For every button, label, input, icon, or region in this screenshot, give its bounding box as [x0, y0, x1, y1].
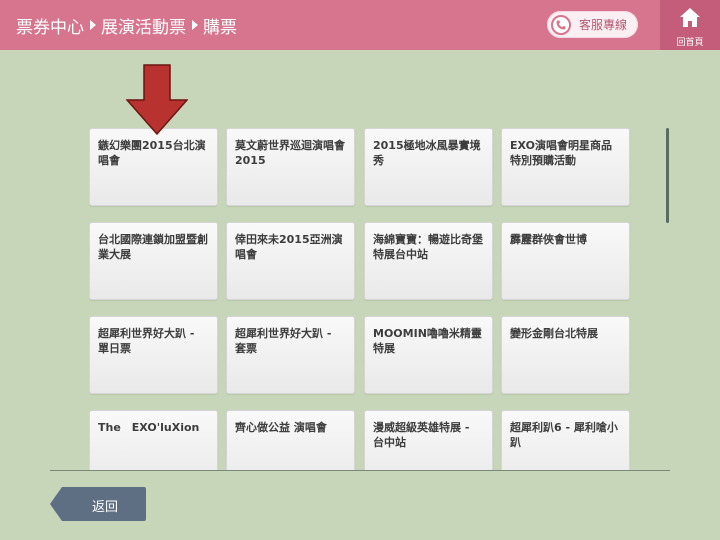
event-title: 超犀利世界好大趴 - 套票: [235, 327, 332, 355]
event-card[interactable]: 2015極地冰風暴實境秀: [364, 128, 493, 206]
event-card[interactable]: 超犀利趴6 - 犀利嗆小趴: [501, 410, 630, 471]
event-title: EXO演唱會明星商品特別預購活動: [510, 139, 612, 167]
event-title: 鏃幻樂團2015台北演唱會: [98, 139, 206, 167]
home-button[interactable]: 回首頁: [660, 0, 720, 50]
phone-icon: [551, 14, 571, 35]
event-title: 漫威超級英雄特展 - 台中站: [373, 421, 470, 449]
event-card[interactable]: MOOMIN嚕嚕米精靈特展: [364, 316, 493, 394]
breadcrumb-purchase: 購票: [203, 17, 237, 38]
event-title: MOOMIN嚕嚕米精靈特展: [373, 327, 482, 355]
home-label: 回首頁: [676, 38, 704, 48]
home-icon: [680, 8, 700, 27]
event-card[interactable]: 超犀利世界好大趴 - 單日票: [89, 316, 218, 394]
back-label: 返回: [92, 500, 119, 515]
chevron-right-icon: [90, 20, 96, 30]
event-title: 海綿寶寶：暢遊比奇堡特展台中站: [373, 233, 483, 261]
event-card[interactable]: 變形金剛台北特展: [501, 316, 630, 394]
event-title: 莫文蔚世界巡迴演唱會2015: [235, 139, 345, 167]
event-card[interactable]: 台北國際連鎖加盟暨創業大展: [89, 222, 218, 300]
down-arrow-icon: [126, 64, 188, 136]
event-title: 齊心做公益 演唱會: [235, 421, 327, 434]
event-title: 超犀利世界好大趴 - 單日票: [98, 327, 195, 355]
event-card[interactable]: The EXO'luXion: [89, 410, 218, 471]
event-card[interactable]: 莫文蔚世界巡迴演唱會2015: [226, 128, 355, 206]
customer-service-label: 客服專線: [579, 18, 628, 32]
divider: [50, 470, 670, 471]
breadcrumb: 票券中心 展演活動票 購票: [16, 13, 237, 38]
breadcrumb-show-tickets[interactable]: 展演活動票: [101, 13, 186, 38]
customer-service-button[interactable]: 客服專線: [547, 11, 638, 38]
event-card[interactable]: 倖田來未2015亞洲演唱會: [226, 222, 355, 300]
event-title: 倖田來未2015亞洲演唱會: [235, 233, 343, 261]
event-card[interactable]: 鏃幻樂團2015台北演唱會: [89, 128, 218, 206]
event-title: 台北國際連鎖加盟暨創業大展: [98, 233, 208, 261]
event-card[interactable]: 漫威超級英雄特展 - 台中站: [364, 410, 493, 471]
back-button[interactable]: 返回: [50, 487, 146, 521]
event-card[interactable]: EXO演唱會明星商品特別預購活動: [501, 128, 630, 206]
event-title: 2015極地冰風暴實境秀: [373, 139, 481, 167]
event-title: The EXO'luXion: [98, 421, 200, 434]
header-bar: 票券中心 展演活動票 購票 客服專線 回首頁: [0, 0, 720, 50]
event-title: 變形金剛台北特展: [510, 327, 598, 340]
event-title: 霹靂群俠會世博: [510, 233, 587, 246]
event-card[interactable]: 霹靂群俠會世博: [501, 222, 630, 300]
breadcrumb-ticket-center[interactable]: 票券中心: [16, 13, 84, 38]
event-card[interactable]: 齊心做公益 演唱會: [226, 410, 355, 471]
chevron-right-icon: [192, 20, 198, 30]
scrollbar[interactable]: [666, 128, 669, 223]
event-card[interactable]: 海綿寶寶：暢遊比奇堡特展台中站: [364, 222, 493, 300]
event-card[interactable]: 超犀利世界好大趴 - 套票: [226, 316, 355, 394]
event-title: 超犀利趴6 - 犀利嗆小趴: [510, 421, 618, 449]
event-grid: 鏃幻樂團2015台北演唱會 莫文蔚世界巡迴演唱會2015 2015極地冰風暴實境秀 E…: [89, 128, 632, 471]
